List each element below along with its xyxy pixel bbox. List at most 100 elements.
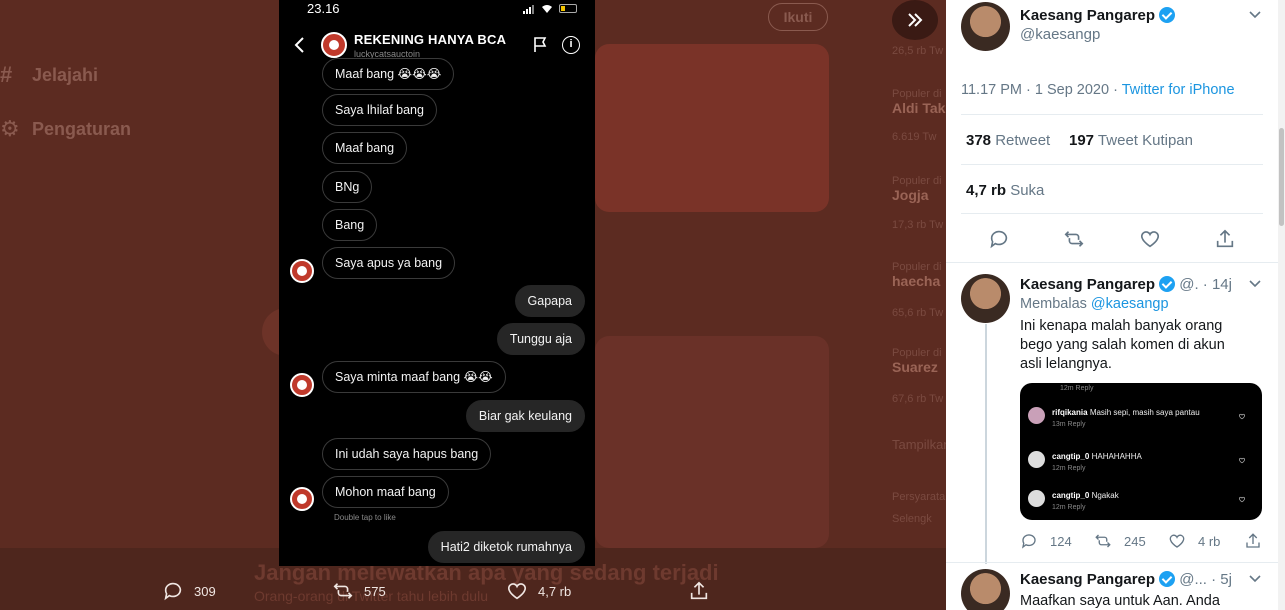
share-icon bbox=[690, 581, 708, 600]
share-icon[interactable] bbox=[1214, 228, 1236, 250]
message-bubble-sent: Tunggu aja bbox=[496, 323, 585, 355]
heart-icon bbox=[1239, 457, 1245, 464]
like-button[interactable]: 4,7 rb bbox=[506, 580, 571, 602]
like-button[interactable]: 4 rb bbox=[1168, 532, 1220, 550]
quote-stat[interactable]: 197 Tweet Kutipan bbox=[1069, 132, 1193, 149]
info-icon[interactable]: i bbox=[562, 36, 580, 54]
scrollbar-thumb[interactable] bbox=[1279, 128, 1284, 226]
reply-button[interactable]: 124 bbox=[1020, 532, 1072, 550]
message-bubble-sent: Hati2 diketok rumahnya bbox=[427, 531, 585, 563]
hash-icon: # bbox=[0, 62, 13, 87]
embed-comment-row: cangtip_0 Ngakak 12m Reply bbox=[1028, 490, 1254, 520]
battery-icon bbox=[559, 4, 577, 13]
retweet-icon bbox=[333, 583, 353, 599]
reply-author-name[interactable]: Kaesang Pangarep @. · 14j bbox=[1020, 276, 1232, 293]
trend-item[interactable]: Populer di haecha bbox=[892, 261, 946, 289]
collapse-panel-button[interactable] bbox=[892, 0, 938, 40]
share-icon bbox=[1246, 533, 1260, 548]
nav-item-label: Jelajahi bbox=[32, 64, 99, 85]
reply-text: Maafkan saya untuk Aan. Anda bbox=[1020, 593, 1220, 609]
message-bubble: Maaf bang 😭😭😭 bbox=[322, 58, 455, 90]
heart-icon[interactable] bbox=[1139, 228, 1161, 250]
message-bubble: Maaf bang bbox=[322, 132, 408, 164]
message-bubble: Ini udah saya hapus bang bbox=[322, 438, 492, 470]
tweet-source-link[interactable]: Twitter for iPhone bbox=[1122, 82, 1235, 98]
trend-item[interactable]: 26,5 rb Tw bbox=[892, 45, 946, 57]
scrollbar-track[interactable] bbox=[1278, 0, 1285, 610]
dm-screenshot: 23.16 REKENING HANYA BCA luckycatsauctoi… bbox=[279, 0, 595, 566]
verified-badge-icon bbox=[1159, 7, 1176, 23]
status-bar: 23.16 bbox=[279, 0, 595, 20]
chevron-down-icon[interactable] bbox=[1249, 575, 1261, 583]
embed-comment-row: cangtip_0 HAHAHAHHA 12m Reply bbox=[1028, 451, 1254, 487]
media-action-bar: 309 575 4,7 rb bbox=[160, 575, 720, 607]
reply-text: Ini kenapa malah banyak orang bego yang … bbox=[1020, 318, 1225, 372]
retweet-button[interactable]: 575 bbox=[332, 580, 386, 602]
message-bubble: Bang bbox=[322, 209, 378, 241]
like-stat[interactable]: 4,7 rb Suka bbox=[966, 182, 1044, 199]
message-bubble-sent: Gapapa bbox=[514, 285, 585, 317]
nav-item-explore[interactable]: # Jelajahi bbox=[0, 62, 98, 88]
divider bbox=[961, 213, 1263, 214]
message-bubble: Mohon maaf bang bbox=[322, 476, 449, 508]
retweet-stat[interactable]: 378 Retweet bbox=[966, 132, 1050, 149]
back-arrow-icon[interactable] bbox=[293, 36, 307, 54]
chevron-down-icon[interactable] bbox=[1249, 11, 1261, 19]
trend-item: 17,3 rb Tw bbox=[892, 219, 944, 231]
nav-item-settings[interactable]: ⚙ Pengaturan bbox=[0, 116, 131, 142]
reply-author-name[interactable]: Kaesang Pangarep @... · 5j bbox=[1020, 571, 1232, 588]
embed-meta: 12m Reply bbox=[1060, 385, 1094, 392]
tweet-timestamp: 11.17 PM · 1 Sep 2020 · Twitter for iPho… bbox=[961, 82, 1235, 98]
signal-icon bbox=[523, 5, 537, 14]
avatar[interactable] bbox=[961, 274, 1010, 323]
follow-button[interactable]: Ikuti bbox=[768, 3, 828, 31]
flag-icon[interactable] bbox=[533, 37, 547, 53]
sender-avatar bbox=[290, 259, 314, 283]
trend-item[interactable]: Populer di Aldi Tak bbox=[892, 88, 946, 116]
reply-button[interactable]: 309 bbox=[162, 580, 216, 602]
avatar bbox=[1028, 407, 1045, 424]
avatar[interactable] bbox=[961, 2, 1010, 51]
message-bubble: Saya minta maaf bang 😭😭 bbox=[322, 361, 506, 393]
reply-handle-time: @... · 5j bbox=[1179, 571, 1232, 588]
retweet-icon[interactable] bbox=[1063, 228, 1085, 250]
retweet-icon bbox=[1095, 534, 1111, 548]
verified-badge-icon bbox=[1159, 571, 1176, 587]
trend-item[interactable]: Populer di Jogja bbox=[892, 175, 946, 203]
verified-badge-icon bbox=[1159, 276, 1176, 292]
bg-media-card bbox=[595, 44, 829, 212]
reply-image[interactable]: 12m Reply rifqikania Masih sepi, masih s… bbox=[1020, 383, 1262, 520]
account-avatar bbox=[321, 32, 347, 58]
account-name: REKENING HANYA BCA bbox=[354, 32, 507, 47]
author-handle[interactable]: @kaesangp bbox=[1020, 26, 1100, 43]
thread-line bbox=[985, 324, 987, 564]
reply-handle-time: @. · 14j bbox=[1179, 276, 1232, 293]
divider bbox=[946, 562, 1278, 563]
share-button[interactable] bbox=[1244, 532, 1262, 550]
avatar[interactable] bbox=[961, 569, 1010, 610]
double-tap-hint: Double tap to like bbox=[334, 513, 396, 522]
heart-icon bbox=[1169, 534, 1185, 548]
double-chevron-right-icon bbox=[908, 13, 923, 27]
footer-link[interactable]: Selengk bbox=[892, 513, 946, 525]
sender-avatar bbox=[290, 487, 314, 511]
avatar bbox=[1028, 490, 1045, 507]
author-name[interactable]: Kaesang Pangarep bbox=[1020, 7, 1176, 24]
footer-link[interactable]: Persyarata bbox=[892, 491, 946, 503]
wifi-icon bbox=[542, 5, 552, 13]
replying-to-link[interactable]: @kaesangp bbox=[1091, 296, 1169, 312]
show-more-link[interactable]: Tampilkan bbox=[892, 437, 946, 452]
trend-item: 6.619 Tw bbox=[892, 131, 937, 143]
divider bbox=[961, 164, 1263, 165]
embed-comment-row: rifqikania Masih sepi, masih saya pantau… bbox=[1028, 407, 1254, 443]
reply-icon bbox=[1021, 534, 1036, 549]
trend-item[interactable]: Populer di Suarez bbox=[892, 347, 946, 375]
chevron-down-icon[interactable] bbox=[1249, 280, 1261, 288]
heart-icon bbox=[507, 583, 527, 600]
share-button[interactable] bbox=[688, 580, 710, 602]
reply-icon[interactable] bbox=[988, 228, 1010, 250]
heart-icon bbox=[1239, 413, 1245, 420]
retweet-button[interactable]: 245 bbox=[1094, 532, 1146, 550]
trend-item: 67,6 rb Tw bbox=[892, 393, 944, 405]
message-bubble: BNg bbox=[322, 171, 373, 203]
